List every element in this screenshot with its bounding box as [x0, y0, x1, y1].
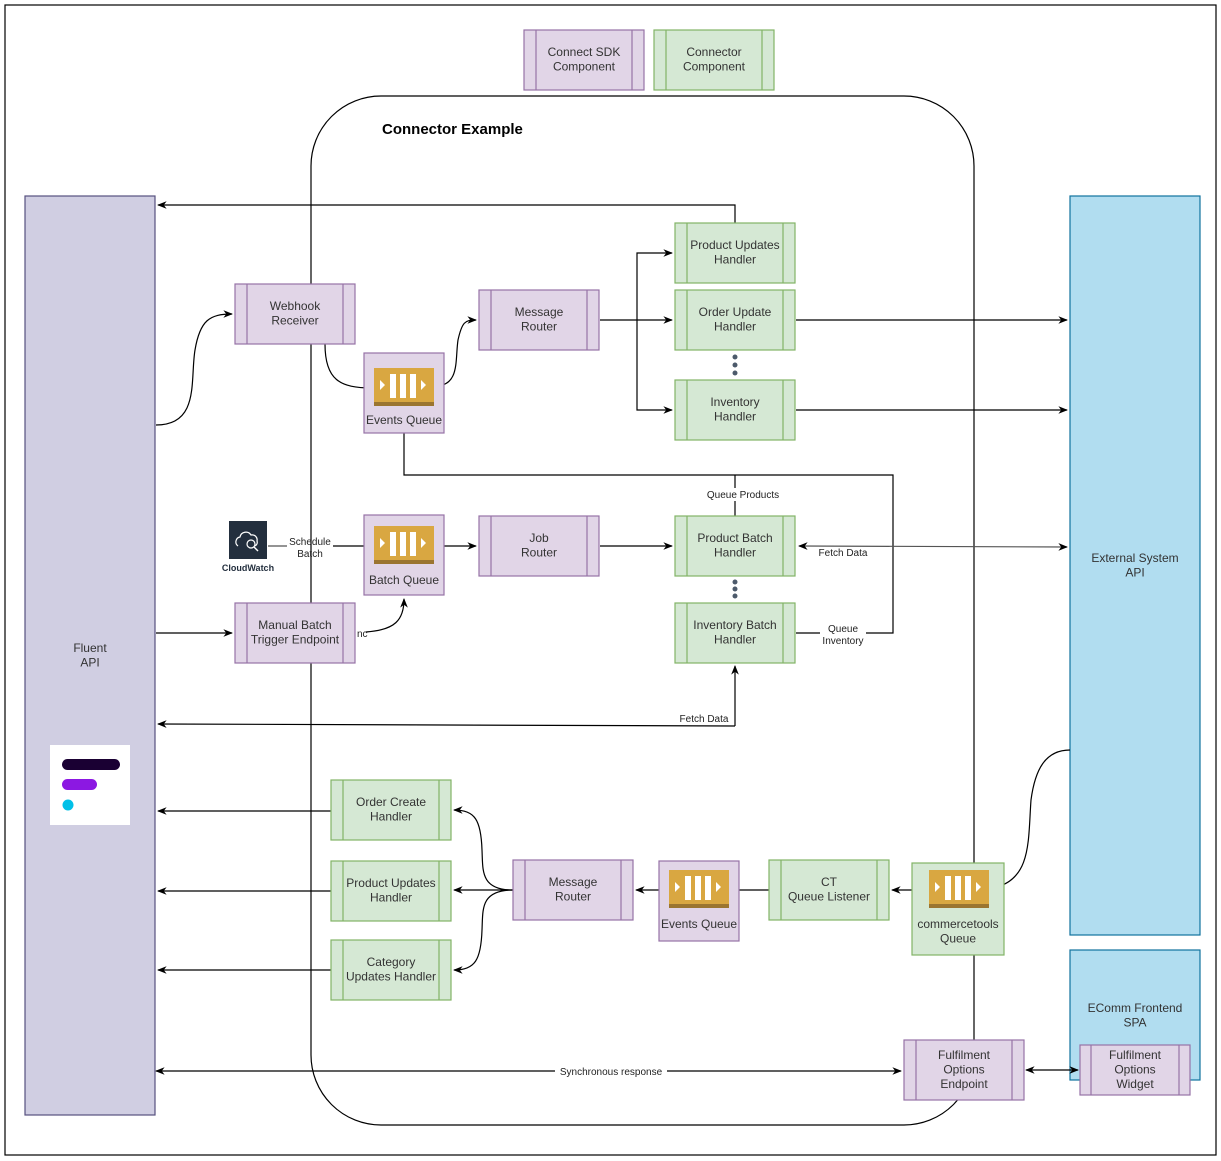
ct-queue-listener-node[interactable]: CT Queue Listener [768, 859, 890, 921]
ellipsis-icon [732, 354, 738, 376]
label-fetch-data-right: Fetch Data [819, 548, 868, 559]
cloudwatch-icon [229, 521, 267, 559]
label-synchronous-response: Synchronous response [560, 1067, 663, 1078]
queue-icon [669, 870, 729, 908]
architecture-diagram: Connect SDK Component Connector Component … [4, 4, 1217, 1156]
order-create-handler-node[interactable]: Order Create Handler [330, 779, 452, 841]
product-updates-handler-top-node[interactable]: Product Updates Handler [674, 222, 796, 284]
container-title: Connector Example [382, 121, 523, 138]
fulfilment-options-endpoint-label: Fulfilment Options Endpoint [938, 1048, 991, 1091]
queue-icon [374, 368, 434, 406]
edge-product-batch-fetch-data [798, 542, 1068, 551]
ellipsis-icon [732, 579, 738, 599]
job-router-node[interactable]: Job Router [478, 515, 600, 577]
events-queue-top-label: Events Queue [366, 413, 442, 427]
fulfilment-options-widget-node[interactable]: Fulfilment Options Widget [1079, 1044, 1191, 1096]
commercetools-queue-node[interactable]: commercetools Queue [911, 862, 1005, 956]
fluent-api-system: Fluent API [24, 195, 156, 1116]
events-queue-bottom-node[interactable]: Events Queue [658, 860, 740, 942]
product-updates-handler-bottom-node[interactable]: Product Updates Handler [330, 860, 452, 922]
cloudwatch-node[interactable]: CloudWatch [222, 521, 274, 573]
webhook-receiver-node[interactable]: Webhook Receiver [234, 283, 356, 345]
edge-fetch-data-to-fluent [157, 720, 736, 728]
inventory-batch-handler-node[interactable]: Inventory Batch Handler [674, 602, 796, 664]
cloudwatch-label: CloudWatch [222, 563, 274, 573]
legend-connector-label: Connector Component [683, 45, 746, 73]
edge-fluent-to-webhook [155, 310, 233, 426]
fluent-logo-icon [50, 745, 130, 825]
category-updates-handler-node[interactable]: Category Updates Handler [330, 939, 452, 1001]
queue-icon [374, 526, 434, 564]
outer-frame [4, 4, 1217, 1156]
edge-queue-loop [403, 433, 894, 634]
webhook-receiver-label: Webhook Receiver [270, 299, 321, 327]
batch-queue-node[interactable]: Batch Queue [363, 514, 445, 596]
batch-queue-label: Batch Queue [369, 573, 439, 587]
message-router-bottom-label: Message Router [549, 875, 598, 903]
message-router-top-node[interactable]: Message Router [478, 289, 600, 351]
label-async-fragment: nc [357, 629, 368, 640]
edge-router-to-inventory [636, 320, 673, 414]
label-queue-inventory: Queue Inventory [822, 624, 863, 647]
label-fetch-data-bottom: Fetch Data [680, 714, 729, 725]
edge-router-to-category-updates [453, 889, 514, 974]
inventory-handler-node[interactable]: Inventory Handler [674, 379, 796, 441]
edge-product-updates-to-fluent [157, 201, 736, 224]
legend-sdk-label: Connect SDK Component [548, 45, 621, 73]
fulfilment-options-endpoint-node[interactable]: Fulfilment Options Endpoint [903, 1039, 1025, 1101]
external-system-api: External System API [1069, 195, 1201, 936]
order-update-handler-node[interactable]: Order Update Handler [674, 289, 796, 351]
label-queue-products: Queue Products [707, 490, 779, 501]
manual-batch-trigger-label: Manual Batch Trigger Endpoint [251, 618, 340, 646]
edge-router-to-product-updates [636, 249, 673, 320]
message-router-bottom-node[interactable]: Message Router [512, 859, 634, 921]
legend-connector-component: Connector Component [653, 29, 775, 91]
legend-sdk-component: Connect SDK Component [523, 29, 645, 91]
product-batch-handler-node[interactable]: Product Batch Handler [674, 515, 796, 577]
edge-router-to-order-create [453, 806, 514, 891]
label-schedule-batch: Schedule Batch [289, 537, 331, 560]
events-queue-top-node[interactable]: Events Queue [363, 352, 445, 434]
manual-batch-trigger-node[interactable]: Manual Batch Trigger Endpoint [234, 602, 356, 664]
message-router-top-label: Message Router [515, 305, 564, 333]
events-queue-bottom-label: Events Queue [661, 917, 737, 931]
inventory-handler-label: Inventory Handler [710, 395, 759, 423]
edge-manual-to-batch-queue [365, 598, 408, 633]
queue-icon [929, 870, 989, 908]
